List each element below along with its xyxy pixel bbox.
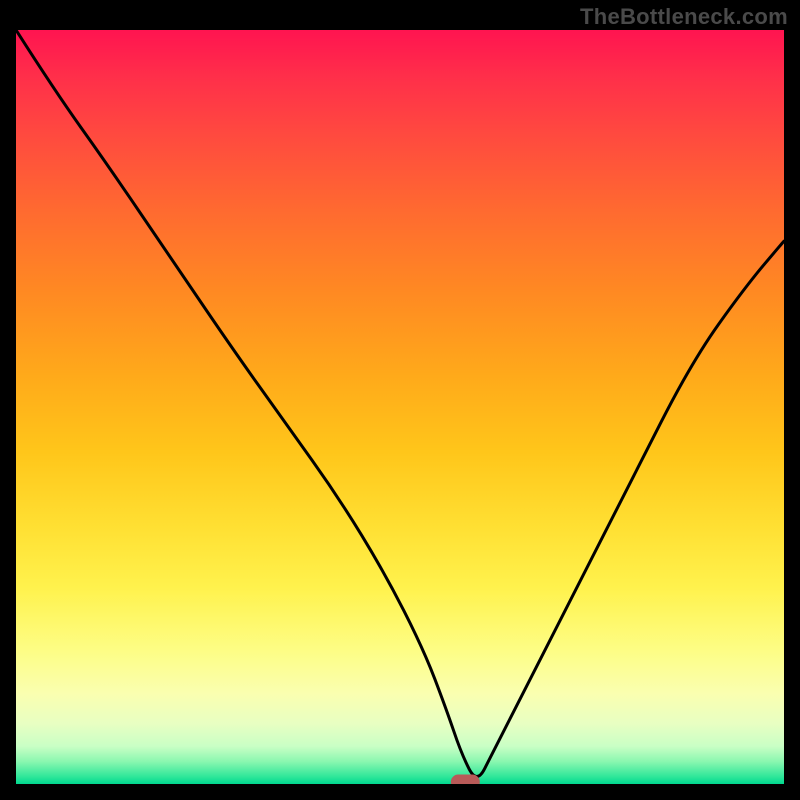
watermark-text: TheBottleneck.com	[580, 4, 788, 30]
optimal-marker	[451, 775, 479, 784]
bottleneck-curve	[16, 30, 784, 776]
chart-svg	[16, 30, 784, 784]
chart-frame: TheBottleneck.com	[0, 0, 800, 800]
plot-area	[16, 30, 784, 784]
